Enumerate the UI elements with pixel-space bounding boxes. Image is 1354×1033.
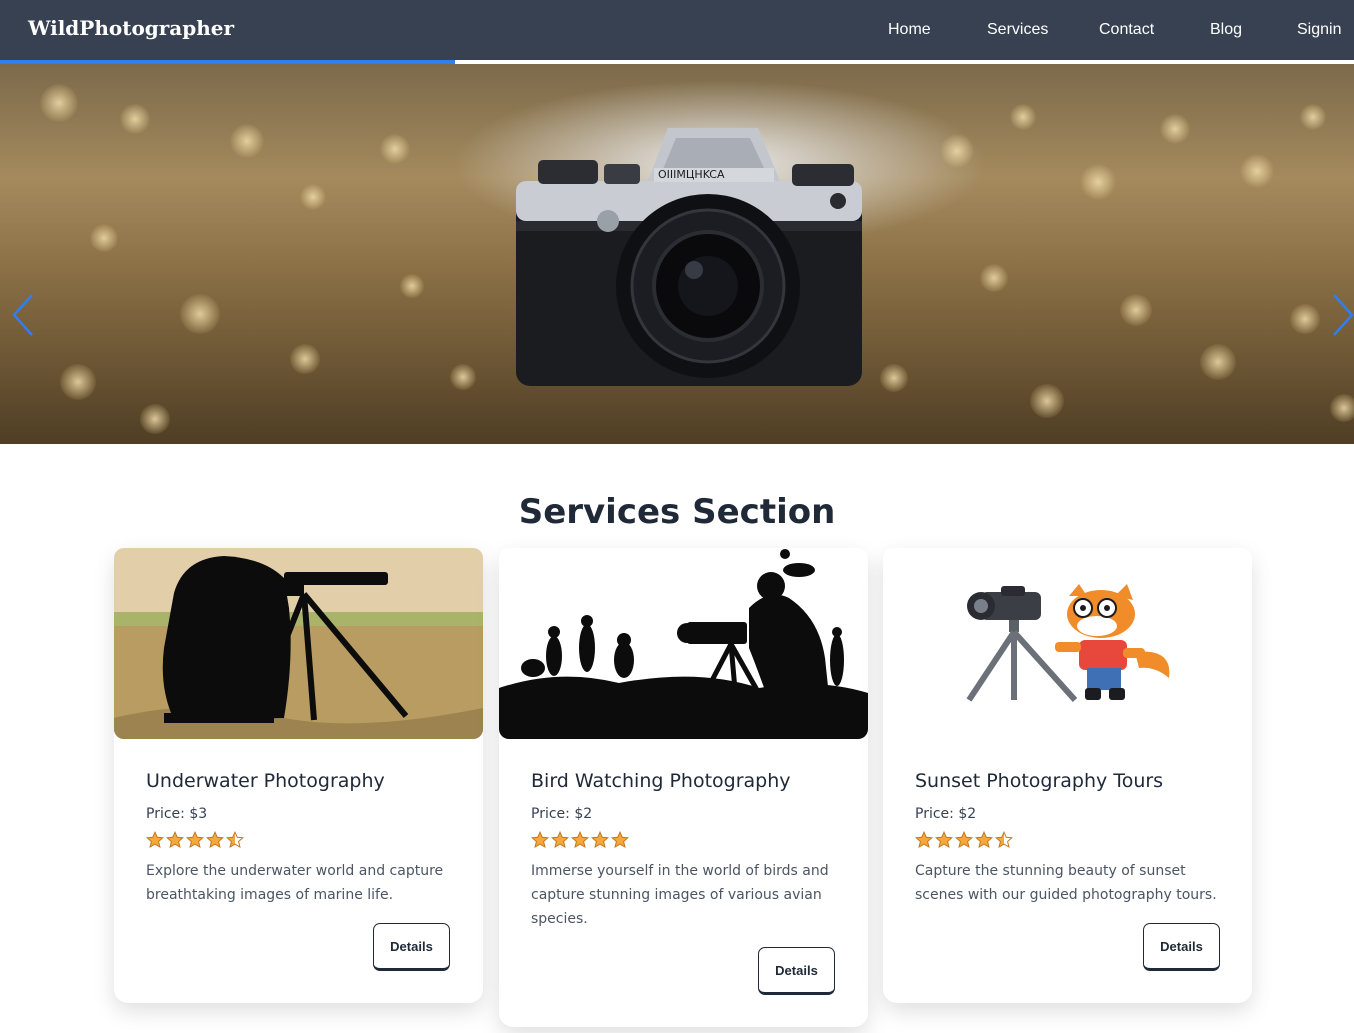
service-card-image [883, 548, 1252, 739]
star-half-icon [995, 831, 1013, 849]
service-card-image [499, 548, 868, 739]
bokeh-flower [940, 134, 974, 168]
star-full-icon [975, 831, 993, 849]
service-card-description: Explore the underwater world and capture… [146, 863, 444, 903]
service-card-body: Sunset Photography Tours Price: $2 Captu… [915, 770, 1235, 907]
star-full-icon [915, 831, 933, 849]
top-navbar: WildPhotographer Home Services Contact B… [0, 0, 1354, 60]
nav-link-contact[interactable]: Contact [1099, 21, 1154, 39]
camera-brand-text: ОIIIMЦHKCA [658, 168, 725, 181]
star-full-icon [186, 831, 204, 849]
star-full-icon [206, 831, 224, 849]
star-rating [531, 831, 851, 851]
service-card: Sunset Photography Tours Price: $2 Captu… [883, 548, 1252, 1003]
star-full-icon [611, 831, 629, 849]
star-full-icon [955, 831, 973, 849]
carousel-prev-button[interactable] [10, 292, 36, 338]
bokeh-flower [1290, 304, 1320, 334]
bokeh-flower [290, 344, 320, 374]
star-full-icon [166, 831, 184, 849]
carousel-next-button[interactable] [1330, 292, 1354, 338]
bokeh-flower [230, 124, 264, 158]
services-section-title: Services Section [518, 492, 836, 532]
bokeh-flower [1080, 164, 1116, 200]
star-full-icon [591, 831, 609, 849]
bokeh-flower [1240, 154, 1274, 188]
nav-link-blog[interactable]: Blog [1210, 21, 1242, 39]
service-card-description: Capture the stunning beauty of sunset sc… [915, 863, 1217, 903]
bokeh-flower [1030, 384, 1064, 418]
bokeh-flower [450, 364, 476, 390]
bokeh-flower [140, 404, 170, 434]
camera-image: ОIIIMЦHKCA [516, 128, 862, 386]
bokeh-flower [40, 84, 78, 122]
nav-link-home[interactable]: Home [888, 21, 931, 39]
service-card: Underwater Photography Price: $3 Explore… [114, 548, 483, 1003]
service-card-description: Immerse yourself in the world of birds a… [531, 863, 829, 927]
bokeh-flower [880, 364, 908, 392]
hero-carousel: ОIIIMЦHKCA [0, 64, 1354, 444]
details-button[interactable]: Details [758, 947, 835, 995]
bokeh-flower [1200, 344, 1236, 380]
star-full-icon [146, 831, 164, 849]
bokeh-flower [60, 364, 96, 400]
bokeh-flower [90, 224, 118, 252]
star-full-icon [531, 831, 549, 849]
bokeh-flower [1300, 104, 1326, 130]
details-button[interactable]: Details [1143, 923, 1220, 971]
chevron-left-icon [12, 294, 33, 336]
service-card: Bird Watching Photography Price: $2 Imme… [499, 548, 868, 1027]
service-card-price: Price: $2 [531, 806, 593, 822]
bokeh-flower [380, 134, 410, 164]
service-card-title: Sunset Photography Tours [915, 770, 1164, 792]
bokeh-flower [120, 104, 150, 134]
details-button[interactable]: Details [373, 923, 450, 971]
service-card-title: Bird Watching Photography [531, 770, 791, 792]
bokeh-flower [1160, 114, 1190, 144]
service-card-price: Price: $3 [146, 806, 208, 822]
brand-logo[interactable]: WildPhotographer [28, 16, 234, 40]
bokeh-flower [180, 294, 220, 334]
bokeh-flower [1330, 394, 1354, 422]
star-rating [915, 831, 1235, 851]
star-full-icon [571, 831, 589, 849]
bokeh-flower [1120, 294, 1152, 326]
star-half-icon [226, 831, 244, 849]
service-card-body: Bird Watching Photography Price: $2 Imme… [531, 770, 851, 931]
star-full-icon [935, 831, 953, 849]
bokeh-flower [1010, 104, 1036, 130]
service-card-price: Price: $2 [915, 806, 977, 822]
service-card-body: Underwater Photography Price: $3 Explore… [146, 770, 466, 907]
chevron-right-icon [1333, 294, 1354, 336]
service-card-title: Underwater Photography [146, 770, 385, 792]
bokeh-flower [300, 184, 326, 210]
star-rating [146, 831, 466, 851]
nav-link-services[interactable]: Services [987, 21, 1048, 39]
service-card-image [114, 548, 483, 739]
star-full-icon [551, 831, 569, 849]
bokeh-flower [400, 274, 424, 298]
nav-link-signin[interactable]: Signin [1297, 21, 1341, 39]
bokeh-flower [980, 264, 1008, 292]
